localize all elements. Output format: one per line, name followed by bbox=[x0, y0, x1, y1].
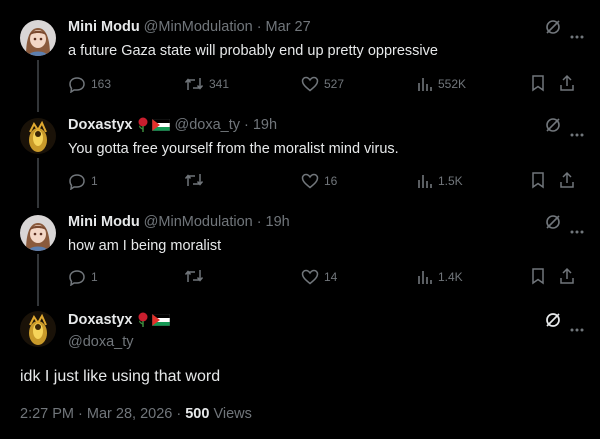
analytics-icon bbox=[418, 271, 432, 284]
analytics-icon bbox=[418, 175, 432, 188]
tweet-text: You gotta free yourself from the moralis… bbox=[68, 141, 399, 157]
retweet-icon bbox=[184, 270, 204, 282]
avatar[interactable] bbox=[20, 215, 56, 251]
tweet-text: how am I being moralist bbox=[68, 238, 222, 254]
reply-button[interactable]: 1 bbox=[68, 267, 98, 287]
bookmark-icon[interactable] bbox=[530, 74, 546, 97]
view-count: 1.5K bbox=[438, 174, 463, 188]
reply-icon bbox=[69, 174, 85, 190]
grok-icon[interactable] bbox=[544, 213, 562, 236]
display-name[interactable]: Mini Modu bbox=[68, 213, 140, 231]
share-icon[interactable] bbox=[558, 267, 576, 290]
view-count: 1.4K bbox=[438, 270, 463, 284]
analytics-icon bbox=[418, 78, 432, 91]
like-button[interactable]: 14 bbox=[301, 267, 337, 287]
tweet-actions: 1 14 1.4K bbox=[68, 267, 588, 287]
tweet-top-actions bbox=[522, 311, 584, 334]
avatar[interactable] bbox=[20, 20, 56, 56]
reply-button[interactable]: 1 bbox=[68, 171, 98, 191]
retweet-button[interactable] bbox=[184, 267, 209, 285]
user-handle[interactable]: @MinModulation bbox=[144, 18, 253, 36]
display-name[interactable]: Doxastyx bbox=[68, 311, 132, 329]
heart-icon bbox=[301, 269, 319, 285]
tweet-meta: 2:27 PM · Mar 28, 2026 · 500 Views bbox=[20, 405, 252, 423]
more-icon[interactable] bbox=[570, 221, 584, 239]
share-icon[interactable] bbox=[558, 74, 576, 97]
emoji-flags bbox=[137, 117, 171, 133]
separator: · bbox=[176, 406, 182, 422]
tweet-right-actions bbox=[528, 171, 588, 191]
heart-icon bbox=[301, 173, 319, 189]
grok-icon[interactable] bbox=[544, 116, 562, 139]
more-icon[interactable] bbox=[570, 319, 584, 337]
display-name[interactable]: Mini Modu bbox=[68, 18, 140, 36]
grok-icon[interactable] bbox=[544, 18, 562, 41]
retweet-icon bbox=[184, 174, 204, 186]
views-button[interactable]: 1.5K bbox=[417, 171, 463, 191]
separator: · bbox=[256, 19, 262, 35]
emoji-flags bbox=[137, 312, 171, 328]
bookmark-icon[interactable] bbox=[530, 267, 546, 290]
tweet-top-actions bbox=[522, 18, 584, 41]
tweet-top-actions bbox=[522, 213, 584, 236]
like-button[interactable]: 16 bbox=[301, 171, 337, 191]
more-icon[interactable] bbox=[570, 124, 584, 142]
tweet-top-actions bbox=[522, 116, 584, 139]
display-name[interactable]: Doxastyx bbox=[68, 116, 132, 134]
tweet[interactable]: Mini Modu @MinModulation · Mar 27 a futu… bbox=[0, 18, 600, 98]
tweet-right-actions bbox=[528, 74, 588, 94]
avatar[interactable] bbox=[20, 311, 56, 347]
grok-icon[interactable] bbox=[544, 311, 562, 334]
tweet-right-actions bbox=[528, 267, 588, 287]
heart-icon bbox=[301, 76, 319, 92]
like-count: 527 bbox=[324, 77, 345, 91]
retweet-icon bbox=[184, 78, 204, 90]
tweet[interactable]: Mini Modu @MinModulation · 19h how am I … bbox=[0, 213, 600, 293]
tweet-text: a future Gaza state will probably end up… bbox=[68, 43, 438, 59]
share-icon[interactable] bbox=[558, 171, 576, 194]
reply-count: 1 bbox=[91, 174, 98, 188]
views-label: Views bbox=[213, 406, 252, 422]
retweet-button[interactable]: 341 bbox=[184, 74, 229, 94]
retweet-count: 341 bbox=[209, 77, 230, 91]
reply-count: 163 bbox=[91, 77, 112, 91]
reply-button[interactable]: 163 bbox=[68, 74, 111, 94]
like-count: 16 bbox=[324, 174, 338, 188]
tweet-timestamp[interactable]: 2:27 PM · Mar 28, 2026 bbox=[20, 406, 172, 422]
view-count: 552K bbox=[438, 77, 467, 91]
like-count: 14 bbox=[324, 270, 338, 284]
separator: · bbox=[244, 117, 249, 133]
timestamp[interactable]: 19h bbox=[253, 116, 277, 134]
more-icon[interactable] bbox=[570, 26, 584, 44]
user-handle[interactable]: @MinModulation bbox=[144, 213, 253, 231]
separator: · bbox=[256, 214, 262, 230]
bookmark-icon[interactable] bbox=[530, 171, 546, 194]
timestamp[interactable]: 19h bbox=[266, 213, 290, 231]
tweet-text: idk I just like using that word bbox=[20, 368, 221, 385]
like-button[interactable]: 527 bbox=[301, 74, 344, 94]
rose-icon bbox=[138, 117, 148, 132]
reply-icon bbox=[69, 270, 85, 286]
views-button[interactable]: 1.4K bbox=[417, 267, 463, 287]
avatar[interactable] bbox=[20, 118, 56, 154]
view-count: 500 bbox=[185, 406, 210, 422]
palestine-flag-icon bbox=[152, 119, 171, 131]
user-handle[interactable]: @doxa_ty bbox=[68, 333, 134, 351]
views-button[interactable]: 552K bbox=[417, 74, 466, 94]
rose-icon bbox=[138, 312, 148, 327]
reply-icon bbox=[69, 77, 85, 93]
tweet-actions: 163 341 527 552K bbox=[68, 74, 588, 94]
user-handle[interactable]: @doxa_ty bbox=[174, 116, 240, 134]
retweet-button[interactable] bbox=[184, 171, 209, 189]
reply-count: 1 bbox=[91, 270, 98, 284]
timestamp[interactable]: Mar 27 bbox=[266, 18, 311, 36]
tweet-actions: 1 16 1.5K bbox=[68, 171, 588, 191]
palestine-flag-icon bbox=[152, 314, 171, 326]
tweet[interactable]: Doxastyx @doxa_ty · 19h You gotta free y… bbox=[0, 116, 600, 196]
